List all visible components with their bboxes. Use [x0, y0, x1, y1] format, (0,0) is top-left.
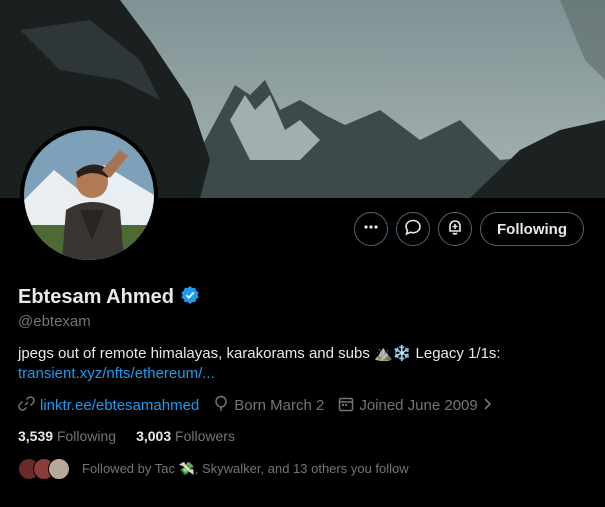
chat-bubble-icon [404, 218, 422, 241]
followers-label: Followers [175, 428, 235, 444]
follower-avatar [48, 458, 70, 480]
balloon-icon [213, 395, 229, 416]
followed-by-text: Followed by Tac 💸, Skywalker, and 13 oth… [82, 461, 409, 476]
profile-avatar[interactable] [20, 126, 158, 264]
bio-link[interactable]: transient.xyz/nfts/ethereum/... [18, 365, 215, 382]
verified-badge-icon[interactable] [180, 285, 200, 310]
joined-item: Joined June 2009 [338, 396, 492, 416]
profile-handle: @ebtexam [18, 313, 91, 330]
chevron-right-icon[interactable] [483, 397, 493, 415]
profile-actions: Following [354, 212, 584, 246]
link-icon [18, 395, 35, 416]
birthday-text: Born March 2 [234, 397, 325, 414]
website-link[interactable]: linktr.ee/ebtesamahmed [40, 397, 199, 414]
followed-by[interactable]: Followed by Tac 💸, Skywalker, and 13 oth… [18, 458, 409, 480]
message-button[interactable] [396, 212, 431, 246]
ellipsis-icon [363, 219, 379, 240]
bio-text: jpegs out of remote himalayas, karakoram… [18, 345, 501, 362]
follower-avatars [18, 458, 70, 480]
profile-name-row: Ebtesam Ahmed [18, 285, 200, 310]
profile-meta: linktr.ee/ebtesamahmed Born March 2 Join… [18, 395, 507, 416]
followers-stat[interactable]: 3,003 Followers [136, 428, 235, 444]
profile-bio: jpegs out of remote himalayas, karakoram… [18, 344, 578, 384]
follow-stats: 3,539 Following 3,003 Followers [18, 428, 235, 444]
followers-count: 3,003 [136, 428, 172, 444]
website-item[interactable]: linktr.ee/ebtesamahmed [18, 395, 199, 416]
following-count: 3,539 [18, 428, 54, 444]
birthday-item: Born March 2 [213, 395, 324, 416]
display-name: Ebtesam Ahmed [18, 286, 174, 308]
following-label: Following [56, 428, 117, 444]
more-options-button[interactable] [354, 212, 389, 246]
bell-plus-icon [446, 218, 464, 241]
notifications-button[interactable] [438, 212, 473, 246]
following-stat[interactable]: 3,539 Following [18, 428, 116, 444]
joined-text: Joined June 2009 [359, 397, 478, 414]
calendar-icon [338, 396, 354, 416]
following-button[interactable]: Following [480, 212, 584, 246]
